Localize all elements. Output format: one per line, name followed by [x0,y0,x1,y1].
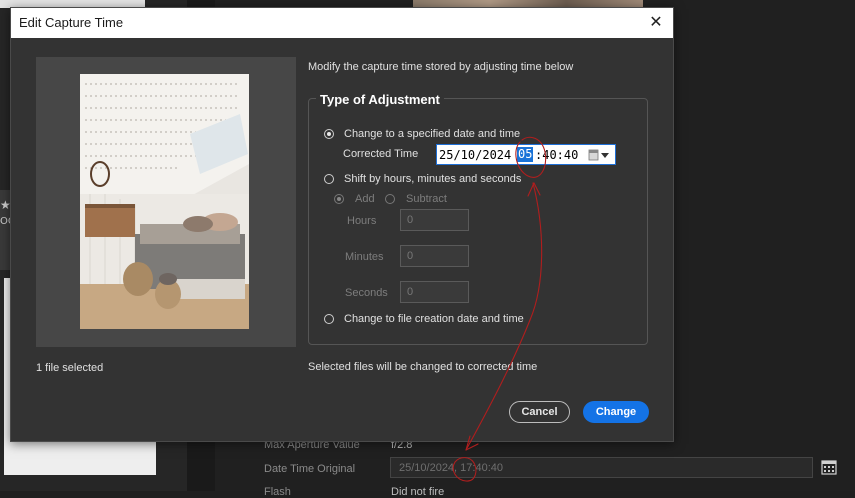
close-icon[interactable]: ✕ [643,10,669,36]
cancel-button[interactable]: Cancel [509,401,570,423]
minutes-label: Minutes [345,251,384,263]
dialog-titlebar: Edit Capture Time ✕ [11,8,673,38]
radio-specified-date[interactable] [324,129,334,139]
change-button[interactable]: Change [583,401,649,423]
radio-specified-date-label[interactable]: Change to a specified date and time [344,128,520,140]
corrected-time-input[interactable]: 25/10/2024 05 :40:40 [436,144,616,165]
seconds-label: Seconds [345,287,388,299]
radio-file-creation-label[interactable]: Change to file creation date and time [344,313,524,325]
radio-shift-time[interactable] [324,174,334,184]
hours-input[interactable]: 0 [400,209,469,231]
corrected-minutes-seconds[interactable]: :40:40 [535,148,578,162]
flash-label: Flash [264,486,291,498]
preview-photo [80,74,249,329]
hours-label: Hours [347,215,377,227]
date-time-original-label: Date Time Original [264,463,356,475]
radio-subtract[interactable] [385,194,395,204]
instruction-text: Modify the capture time stored by adjust… [308,61,574,73]
dropdown-arrow-icon[interactable] [588,148,610,162]
radio-shift-time-label[interactable]: Shift by hours, minutes and seconds [344,173,521,185]
radio-file-creation[interactable] [324,314,334,324]
adjustment-group-title: Type of Adjustment [316,92,444,107]
image-preview [36,57,296,347]
dialog-title: Edit Capture Time [19,15,124,30]
minutes-input[interactable]: 0 [400,245,469,267]
corrected-time-label: Corrected Time [343,148,419,160]
bottom-note: Selected files will be changed to correc… [308,361,538,373]
corrected-date[interactable]: 25/10/2024 [439,148,511,162]
radio-subtract-label[interactable]: Subtract [406,193,447,205]
seconds-input[interactable]: 0 [400,281,469,303]
corrected-hour-selected[interactable]: 05 [517,147,534,162]
radio-add-label[interactable]: Add [355,193,375,205]
edit-capture-time-dialog: Edit Capture Time ✕ 1 file selected Modi… [10,7,674,442]
radio-add[interactable] [334,194,344,204]
date-time-original-field[interactable]: 25/10/2024, 17:40:40 [390,457,813,478]
date-time-original-value: 25/10/2024, 17:40:40 [399,462,503,474]
flash-value: Did not fire [391,486,445,498]
files-selected-text: 1 file selected [36,362,104,374]
calendar-icon[interactable] [821,459,837,475]
